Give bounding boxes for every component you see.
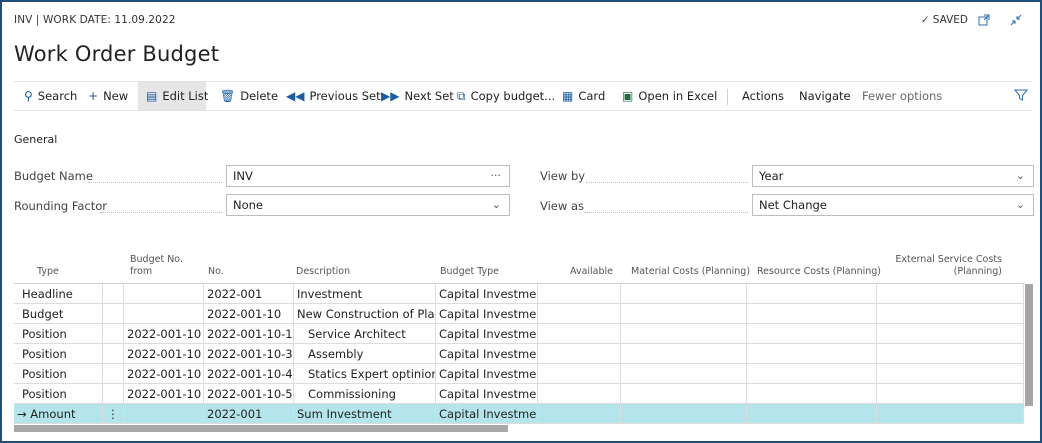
copy-icon: ⧉ (457, 89, 466, 103)
page-title: Work Order Budget (14, 42, 220, 66)
search-button[interactable]: ⚲ Search (24, 82, 77, 110)
field-leader (586, 182, 748, 183)
column-header-available[interactable]: Available (570, 266, 613, 278)
lookup-ellipsis-icon[interactable]: ··· (491, 166, 502, 186)
column-header-type[interactable]: Type (37, 266, 59, 278)
column-header-material-costs[interactable]: Material Costs (Planning) (631, 266, 750, 278)
action-separator (727, 89, 728, 105)
action-bar: ⚲ Search + New ▤ Edit List 🗑 Delete ◀◀ Previo… (14, 81, 1032, 111)
chevron-down-icon: ⌄ (1015, 198, 1025, 211)
delete-button[interactable]: 🗑 Delete (220, 82, 278, 110)
view-by-label: View by (540, 169, 586, 183)
horizontal-scrollbar[interactable] (14, 425, 508, 432)
window-frame: INV | WORK DATE: 11.09.2022 ✓ SAVED Work … (0, 0, 1042, 443)
table-row[interactable]: Position 2022-001-10 2022-001-10-50 Comm… (14, 384, 1024, 404)
view-by-select[interactable]: Year ⌄ (752, 165, 1034, 187)
saved-status: ✓ SAVED (921, 14, 968, 26)
card-button[interactable]: ▦ Card (562, 82, 605, 110)
trash-icon: 🗑 (220, 89, 236, 103)
column-header-no[interactable]: No. (208, 266, 224, 278)
edit-list-icon: ▤ (146, 89, 158, 103)
fewer-options-button[interactable]: Fewer options (862, 82, 942, 110)
table-row[interactable]: Position 2022-001-10 2022-001-10-30 Asse… (14, 344, 1024, 364)
rounding-factor-label: Rounding Factor (14, 199, 108, 213)
check-icon: ✓ (920, 14, 930, 26)
row-arrow-icon: → (17, 407, 27, 421)
table-row[interactable]: Budget 2022-001-10 New Construction of P… (14, 304, 1024, 324)
chevron-down-icon: ⌄ (1015, 169, 1025, 182)
previous-set-button[interactable]: ◀◀ Previous Set (286, 82, 381, 110)
column-header-external-service-costs[interactable]: External Service Costs (Planning) (894, 254, 1002, 278)
row-menu-icon[interactable]: ⋮ (103, 404, 124, 424)
column-header-description[interactable]: Description (296, 266, 350, 278)
actions-menu[interactable]: Actions (742, 82, 784, 110)
column-header-budget-type[interactable]: Budget Type (440, 266, 499, 278)
filter-icon[interactable] (1013, 88, 1029, 105)
view-as-label: View as (540, 199, 584, 213)
table-row[interactable]: Headline 2022-001 Investment Capital Inv… (14, 284, 1024, 304)
collapse-icon[interactable] (1010, 14, 1022, 29)
navigate-menu[interactable]: Navigate (799, 82, 851, 110)
top-bar: INV | WORK DATE: 11.09.2022 ✓ SAVED (14, 14, 1028, 30)
next-set-icon: ▶▶ (381, 89, 400, 103)
field-leader (88, 182, 222, 183)
field-leader (584, 212, 748, 213)
chevron-down-icon: ⌄ (491, 198, 501, 211)
open-in-new-window-icon[interactable] (978, 14, 990, 29)
previous-set-icon: ◀◀ (286, 89, 305, 103)
vertical-scrollbar[interactable] (1025, 284, 1033, 406)
field-leader (100, 212, 222, 213)
copy-budget-button[interactable]: ⧉ Copy budget... (457, 82, 555, 110)
new-button[interactable]: + New (88, 82, 128, 110)
card-icon: ▦ (562, 89, 574, 103)
table-row[interactable]: Position 2022-001-10 2022-001-10-10 Serv… (14, 324, 1024, 344)
budget-name-label: Budget Name (14, 169, 93, 183)
search-icon: ⚲ (24, 89, 33, 103)
view-as-select[interactable]: Net Change ⌄ (752, 194, 1034, 216)
budget-lines-table: Type Budget No. from No. Description Bud… (14, 239, 1033, 434)
excel-icon: ▣ (622, 89, 634, 103)
plus-icon: + (88, 89, 99, 103)
next-set-button[interactable]: ▶▶ Next Set (381, 82, 454, 110)
table-row[interactable]: Position 2022-001-10 2022-001-10-40 Stat… (14, 364, 1024, 384)
budget-name-input[interactable]: INV ··· (226, 165, 510, 187)
column-header-budget-no-from[interactable]: Budget No. from (130, 254, 183, 278)
table-row-selected[interactable]: → Amount ⋮ 2022-001 Sum Investment Capit… (14, 404, 1024, 424)
general-section-title: General (14, 133, 58, 146)
rounding-factor-select[interactable]: None ⌄ (226, 194, 510, 216)
edit-list-button[interactable]: ▤ Edit List (138, 82, 208, 110)
open-in-excel-button[interactable]: ▣ Open in Excel (622, 82, 717, 110)
saved-label: SAVED (932, 14, 968, 26)
breadcrumb: INV | WORK DATE: 11.09.2022 (14, 14, 176, 26)
column-header-resource-costs[interactable]: Resource Costs (Planning) (757, 266, 881, 278)
